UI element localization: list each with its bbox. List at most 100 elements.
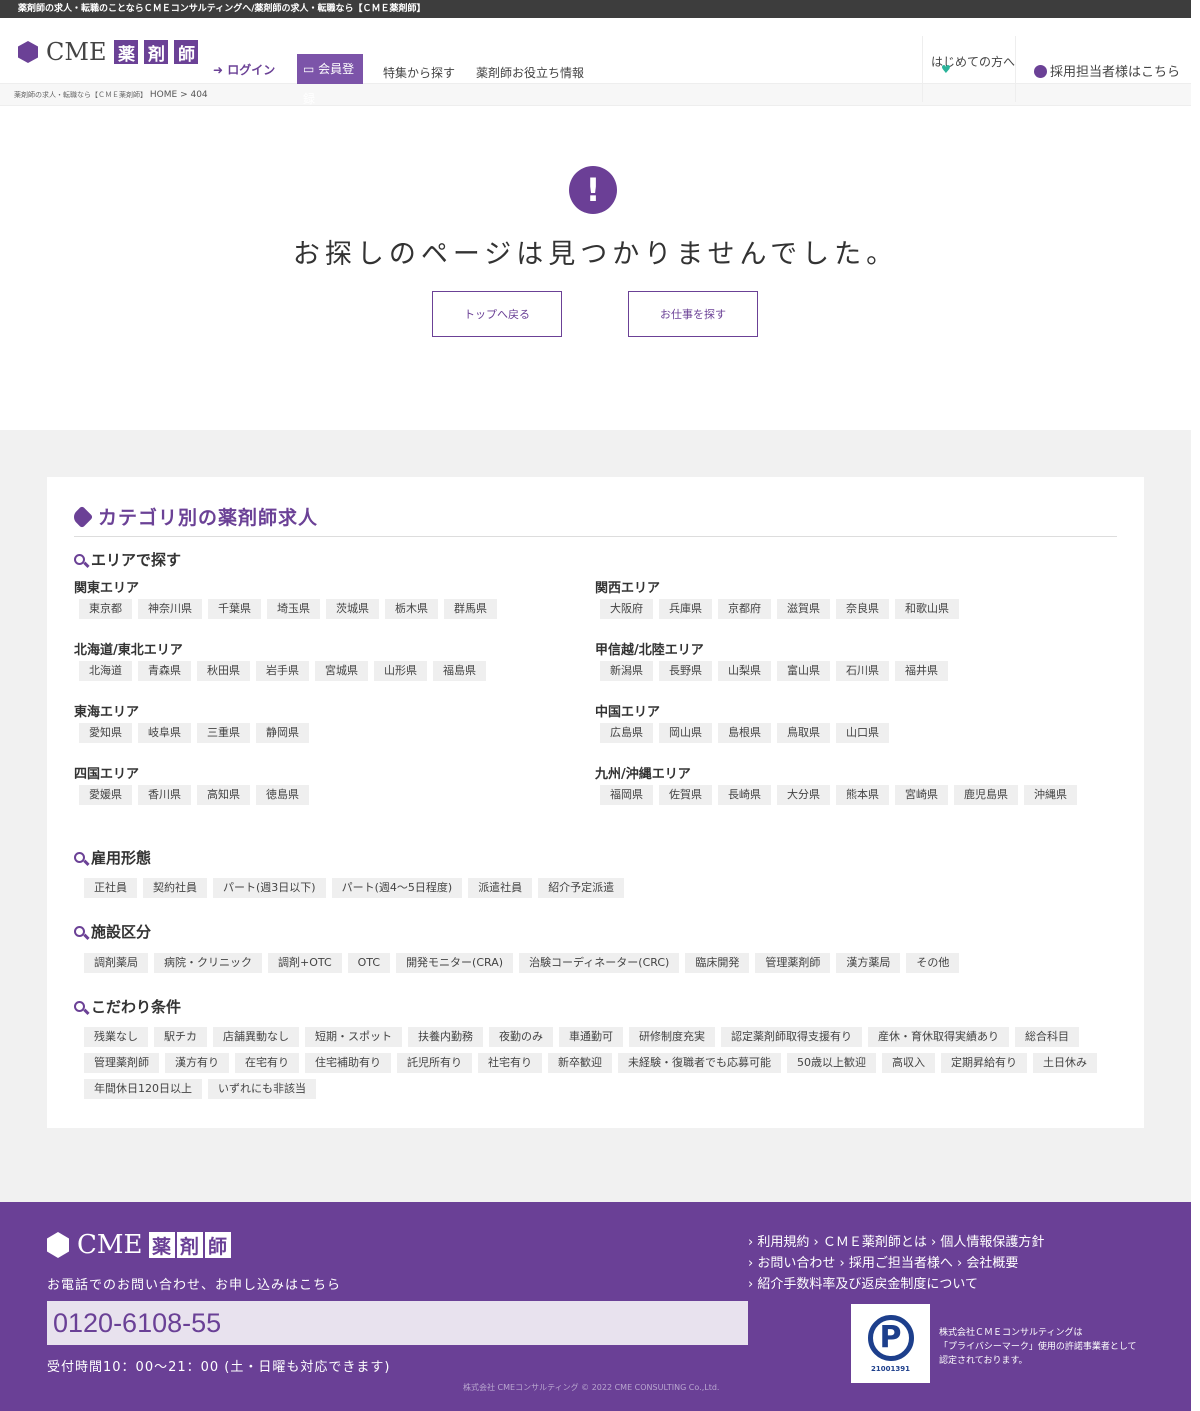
prefecture-tag[interactable]: 大阪府 — [600, 599, 653, 619]
prefecture-tag[interactable]: 石川県 — [836, 661, 889, 681]
nav-first-time[interactable]: はじめての方へ ♥ — [922, 36, 1016, 102]
prefecture-tag[interactable]: 宮崎県 — [895, 785, 948, 805]
condition-tag[interactable]: 社宅有り — [478, 1053, 542, 1073]
prefecture-tag[interactable]: 高知県 — [197, 785, 250, 805]
prefecture-tag[interactable]: 福岡県 — [600, 785, 653, 805]
footer-link[interactable]: 紹介手数料率及び返戻金制度について — [757, 1277, 978, 1292]
find-job-button[interactable]: お仕事を探す — [628, 291, 758, 337]
prefecture-tag[interactable]: 宮城県 — [315, 661, 368, 681]
prefecture-tag[interactable]: 岐阜県 — [138, 723, 191, 743]
footer-link[interactable]: お問い合わせ — [757, 1256, 835, 1271]
facility-tag[interactable]: 治験コーディネーター(CRC) — [519, 953, 680, 973]
prefecture-tag[interactable]: 岩手県 — [256, 661, 309, 681]
condition-tag[interactable]: 車通勤可 — [559, 1027, 623, 1047]
condition-tag[interactable]: 漢方有り — [165, 1053, 229, 1073]
facility-tag[interactable]: 管理薬剤師 — [755, 953, 831, 973]
prefecture-tag[interactable]: 奈良県 — [836, 599, 889, 619]
prefecture-tag[interactable]: 長崎県 — [718, 785, 771, 805]
prefecture-tag[interactable]: 山形県 — [374, 661, 427, 681]
prefecture-tag[interactable]: 兵庫県 — [659, 599, 712, 619]
nav-info[interactable]: 薬剤師お役立ち情報 — [476, 64, 584, 81]
logo[interactable]: CME 薬剤師 — [18, 38, 200, 66]
prefecture-tag[interactable]: 鹿児島県 — [954, 785, 1018, 805]
facility-tag[interactable]: 調剤薬局 — [84, 953, 148, 973]
facility-tag[interactable]: 開発モニター(CRA) — [396, 953, 514, 973]
prefecture-tag[interactable]: 島根県 — [718, 723, 771, 743]
condition-tag[interactable]: 総合科目 — [1015, 1027, 1079, 1047]
prefecture-tag[interactable]: 北海道 — [79, 661, 132, 681]
prefecture-tag[interactable]: 栃木県 — [385, 599, 438, 619]
prefecture-tag[interactable]: 滋賀県 — [777, 599, 830, 619]
prefecture-tag[interactable]: 福島県 — [433, 661, 486, 681]
prefecture-tag[interactable]: 青森県 — [138, 661, 191, 681]
prefecture-tag[interactable]: 山梨県 — [718, 661, 771, 681]
prefecture-tag[interactable]: 三重県 — [197, 723, 250, 743]
condition-tag[interactable]: 年間休日120日以上 — [84, 1079, 202, 1099]
condition-tag[interactable]: 残業なし — [84, 1027, 148, 1047]
prefecture-tag[interactable]: 静岡県 — [256, 723, 309, 743]
login-link[interactable]: ➜ ログイン — [213, 61, 275, 78]
prefecture-tag[interactable]: 神奈川県 — [138, 599, 202, 619]
condition-tag[interactable]: 産休・育休取得実績あり — [868, 1027, 1009, 1047]
facility-tag[interactable]: 調剤+OTC — [268, 953, 342, 973]
employment-tag[interactable]: パート(週3日以下) — [213, 878, 326, 898]
back-to-top-button[interactable]: トップへ戻る — [432, 291, 562, 337]
prefecture-tag[interactable]: 富山県 — [777, 661, 830, 681]
prefecture-tag[interactable]: 岡山県 — [659, 723, 712, 743]
employment-tag[interactable]: 派遣社員 — [468, 878, 533, 898]
condition-tag[interactable]: 新卒歓迎 — [548, 1053, 612, 1073]
prefecture-tag[interactable]: 新潟県 — [600, 661, 653, 681]
employment-tag[interactable]: 正社員 — [84, 878, 137, 898]
footer-link[interactable]: ＣＭＥ薬剤師とは — [823, 1235, 927, 1250]
condition-tag[interactable]: 託児所有り — [397, 1053, 472, 1073]
register-button[interactable]: ▭ 会員登録 — [297, 54, 363, 106]
prefecture-tag[interactable]: 山口県 — [836, 723, 889, 743]
employment-tag[interactable]: パート(週4～5日程度) — [331, 878, 463, 898]
condition-tag[interactable]: 認定薬剤師取得支援有り — [721, 1027, 862, 1047]
prefecture-tag[interactable]: 大分県 — [777, 785, 830, 805]
condition-tag[interactable]: 定期昇給有り — [941, 1053, 1027, 1073]
condition-tag[interactable]: 在宅有り — [235, 1053, 299, 1073]
prefecture-tag[interactable]: 茨城県 — [326, 599, 379, 619]
prefecture-tag[interactable]: 群馬県 — [444, 599, 497, 619]
prefecture-tag[interactable]: 沖縄県 — [1024, 785, 1077, 805]
prefecture-tag[interactable]: 愛媛県 — [79, 785, 132, 805]
footer-link[interactable]: 利用規約 — [757, 1235, 809, 1250]
employment-tag[interactable]: 紹介予定派遣 — [538, 878, 625, 898]
condition-tag[interactable]: 50歳以上歓迎 — [787, 1053, 876, 1073]
breadcrumb-site[interactable]: 薬剤師の求人・転職なら【ＣＭＥ薬剤師】 — [14, 91, 147, 99]
facility-tag[interactable]: その他 — [906, 953, 960, 973]
facility-tag[interactable]: 漢方薬局 — [836, 953, 901, 973]
prefecture-tag[interactable]: 鳥取県 — [777, 723, 830, 743]
condition-tag[interactable]: 管理薬剤師 — [84, 1053, 159, 1073]
prefecture-tag[interactable]: 京都府 — [718, 599, 771, 619]
condition-tag[interactable]: 駅チカ — [154, 1027, 207, 1047]
prefecture-tag[interactable]: 熊本県 — [836, 785, 889, 805]
prefecture-tag[interactable]: 千葉県 — [208, 599, 261, 619]
breadcrumb-home[interactable]: HOME — [150, 90, 177, 100]
facility-tag[interactable]: 臨床開発 — [685, 953, 750, 973]
condition-tag[interactable]: 高収入 — [882, 1053, 935, 1073]
prefecture-tag[interactable]: 徳島県 — [256, 785, 309, 805]
prefecture-tag[interactable]: 和歌山県 — [895, 599, 959, 619]
footer-link[interactable]: 個人情報保護方針 — [940, 1235, 1044, 1250]
footer-link[interactable]: 採用ご担当者様へ — [849, 1256, 953, 1271]
condition-tag[interactable]: 短期・スポット — [305, 1027, 402, 1047]
prefecture-tag[interactable]: 長野県 — [659, 661, 712, 681]
footer-link[interactable]: 会社概要 — [966, 1256, 1018, 1271]
condition-tag[interactable]: 扶養内勤務 — [408, 1027, 483, 1047]
prefecture-tag[interactable]: 香川県 — [138, 785, 191, 805]
condition-tag[interactable]: 夜勤のみ — [489, 1027, 553, 1047]
condition-tag[interactable]: 土日休み — [1033, 1053, 1097, 1073]
condition-tag[interactable]: 店舗異動なし — [213, 1027, 299, 1047]
prefecture-tag[interactable]: 東京都 — [79, 599, 132, 619]
footer-logo[interactable]: CME 薬剤師 — [47, 1230, 233, 1260]
prefecture-tag[interactable]: 秋田県 — [197, 661, 250, 681]
nav-feature[interactable]: 特集から探す — [383, 64, 455, 81]
condition-tag[interactable]: 未経験・復職者でも応募可能 — [618, 1053, 781, 1073]
employment-tag[interactable]: 契約社員 — [143, 878, 207, 898]
condition-tag[interactable]: 住宅補助有り — [305, 1053, 391, 1073]
condition-tag[interactable]: 研修制度充実 — [629, 1027, 715, 1047]
facility-tag[interactable]: 病院・クリニック — [154, 953, 262, 973]
prefecture-tag[interactable]: 福井県 — [895, 661, 948, 681]
